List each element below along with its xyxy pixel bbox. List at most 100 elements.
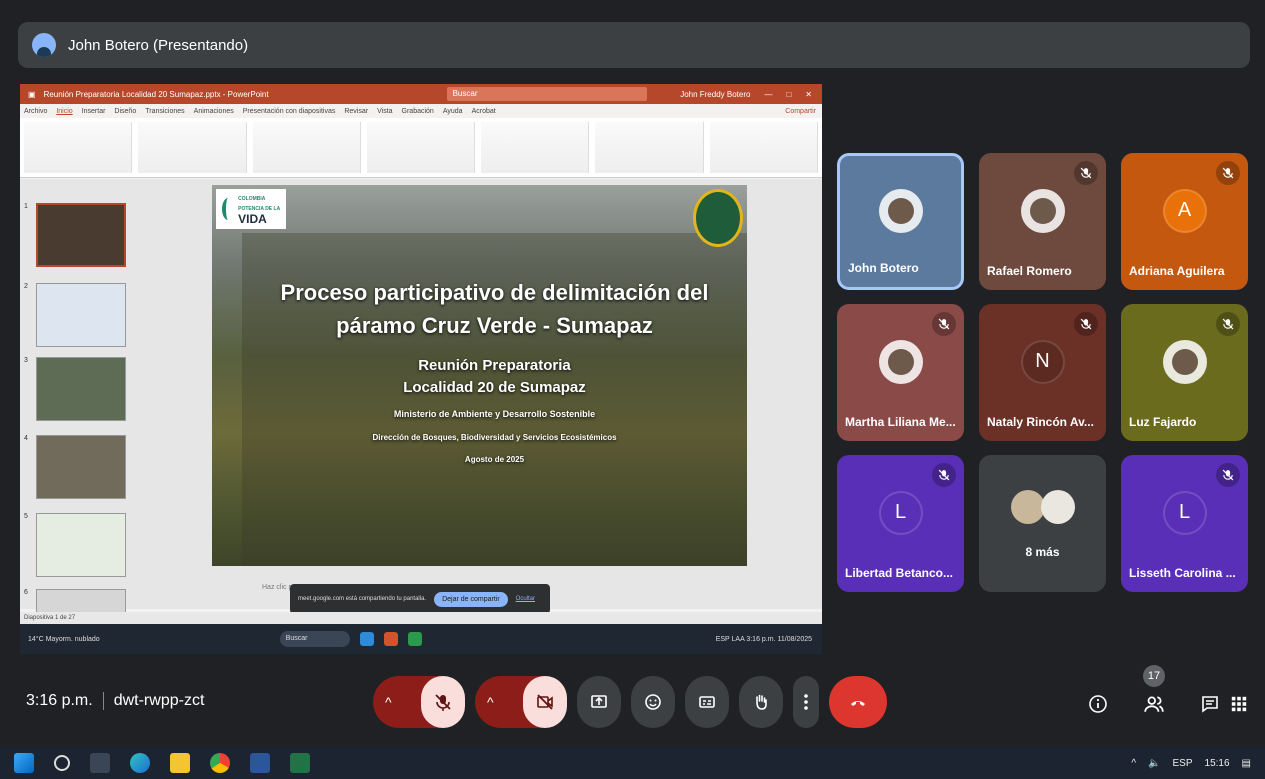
word-icon[interactable] — [250, 753, 270, 773]
participant-name: Luz Fajardo — [1129, 415, 1197, 429]
participant-tile[interactable]: L Libertad Betanco... — [837, 455, 964, 592]
hide-notice-link[interactable]: Ocultar — [516, 596, 535, 602]
thumb-number: 4 — [24, 435, 28, 442]
participant-tile[interactable]: N Nataly Rincón Av... — [979, 304, 1106, 441]
file-explorer-icon[interactable] — [170, 753, 190, 773]
raise-hand-button[interactable] — [739, 676, 783, 728]
ppt-share-button[interactable]: Compartir — [785, 108, 822, 115]
paramo-seal-logo — [693, 189, 743, 247]
thumb-number: 5 — [24, 513, 28, 520]
excel-icon[interactable] — [290, 753, 310, 773]
slide-org-ministry: Ministerio de Ambiente y Desarrollo Sost… — [393, 409, 596, 419]
ribbon-tab[interactable]: Inicio — [56, 108, 72, 115]
muted-indicator — [1216, 161, 1240, 185]
participant-tile[interactable]: Martha Liliana Me... — [837, 304, 964, 441]
participant-tile[interactable]: A Adriana Aguilera — [1121, 153, 1248, 290]
camera-off-button[interactable] — [523, 676, 567, 728]
windows-taskbar: ^ 🔈 ESP 15:16 ▤ — [0, 747, 1265, 779]
weather-desc: Mayorm. nublado — [45, 635, 100, 643]
leave-call-button[interactable] — [829, 676, 887, 728]
mic-off-button[interactable] — [421, 676, 465, 728]
ribbon-tab[interactable]: Diseño — [114, 108, 136, 115]
present-button[interactable] — [577, 676, 621, 728]
captions-button[interactable] — [685, 676, 729, 728]
stop-sharing-button[interactable]: Dejar de compartir — [434, 591, 508, 607]
participant-tile[interactable]: Luz Fajardo — [1121, 304, 1248, 441]
activities-button[interactable] — [1225, 690, 1253, 718]
ribbon-tab[interactable]: Archivo — [24, 108, 47, 115]
editing-group[interactable] — [595, 122, 704, 173]
chevron-up-icon[interactable]: ^ — [385, 694, 392, 710]
participant-tile[interactable]: Rafael Romero — [979, 153, 1106, 290]
participant-tile[interactable]: 8 más — [979, 455, 1106, 592]
participant-name: John Botero — [848, 261, 919, 275]
meeting-details-button[interactable] — [1084, 690, 1112, 718]
mic-off-icon — [938, 469, 950, 481]
participant-tile[interactable]: John Botero — [837, 153, 964, 290]
chat-icon — [1202, 696, 1218, 713]
powerpoint-search[interactable]: Buscar — [446, 87, 647, 101]
windows-start-icon[interactable] — [14, 753, 34, 773]
taskbar-time[interactable]: 15:16 — [1205, 758, 1230, 769]
current-slide[interactable]: COLOMBIA POTENCIA DE LA VIDA Proceso par… — [212, 185, 747, 566]
chevron-up-icon[interactable]: ^ — [1131, 758, 1136, 769]
ribbon-tab[interactable]: Acrobat — [472, 108, 496, 115]
slide-thumbnail[interactable] — [36, 435, 126, 499]
people-button[interactable] — [1140, 690, 1168, 718]
drawing-group[interactable] — [481, 122, 590, 173]
adobe-group[interactable] — [709, 122, 818, 173]
clipboard-group[interactable] — [24, 122, 133, 173]
muted-indicator — [1216, 463, 1240, 487]
slides-group[interactable] — [138, 122, 247, 173]
meeting-info: 3:16 p.m. dwt-rwpp-zct — [26, 692, 204, 710]
slide-thumbnail[interactable] — [36, 513, 126, 577]
powerpoint-icon[interactable] — [383, 632, 398, 646]
app-icon[interactable] — [359, 632, 374, 646]
search-icon[interactable] — [54, 755, 70, 771]
avatar-photo — [1029, 197, 1056, 224]
chat-button[interactable] — [1196, 690, 1224, 718]
powerpoint-titlebar: ▣ Reunión Preparatoria Localidad 20 Suma… — [20, 84, 822, 104]
participant-name: Martha Liliana Me... — [845, 415, 956, 429]
edge-icon[interactable] — [130, 753, 150, 773]
chrome-icon[interactable] — [407, 632, 422, 646]
task-view-icon[interactable] — [90, 753, 110, 773]
ribbon-tab[interactable]: Revisar — [344, 108, 368, 115]
font-group[interactable] — [252, 122, 361, 173]
remote-lang: ESP LAA — [715, 635, 745, 643]
reactions-button[interactable] — [631, 676, 675, 728]
remote-clock: ESP LAA 3:16 p.m. 11/08/2025 — [716, 636, 822, 643]
speaker-icon[interactable]: 🔈 — [1148, 758, 1160, 769]
chrome-icon[interactable] — [210, 753, 230, 773]
maximize-icon[interactable]: □ — [786, 90, 791, 99]
slide-thumbnail[interactable] — [36, 203, 126, 267]
more-options-button[interactable] — [793, 676, 819, 728]
thumb-number: 2 — [24, 283, 28, 290]
taskbar-lang[interactable]: ESP — [1173, 758, 1193, 769]
close-icon[interactable]: ✕ — [805, 90, 812, 99]
ribbon-tab[interactable]: Grabación — [402, 108, 434, 115]
participant-name: Libertad Betanco... — [845, 566, 954, 580]
ribbon-tab[interactable]: Ayuda — [443, 108, 463, 115]
notifications-icon[interactable]: ▤ — [1242, 758, 1251, 769]
ribbon-tab[interactable]: Vista — [377, 108, 392, 115]
ribbon-tab[interactable]: Presentación con diapositivas — [243, 108, 336, 115]
weather-widget[interactable]: 14°C Mayorm. nublado — [28, 636, 100, 643]
chevron-up-icon[interactable]: ^ — [487, 694, 494, 710]
remote-taskbar-search[interactable]: Buscar — [279, 631, 350, 647]
ribbon-tab[interactable]: Insertar — [82, 108, 106, 115]
meeting-time: 3:16 p.m. — [26, 692, 93, 709]
avatar: N — [1020, 339, 1065, 384]
minimize-icon[interactable]: — — [764, 90, 772, 99]
apps-grid-icon — [1231, 696, 1247, 712]
ribbon-tab[interactable]: Animaciones — [194, 108, 234, 115]
slide-thumbnail[interactable] — [36, 283, 126, 347]
save-icon[interactable]: ▣ — [28, 90, 36, 99]
slide-thumbnail[interactable] — [36, 357, 126, 421]
captions-icon — [699, 696, 715, 708]
avatar — [878, 189, 923, 234]
avatar-initial: A — [1177, 199, 1192, 222]
participant-tile[interactable]: L Lisseth Carolina ... — [1121, 455, 1248, 592]
ribbon-tab[interactable]: Transiciones — [145, 108, 184, 115]
paragraph-group[interactable] — [366, 122, 476, 173]
